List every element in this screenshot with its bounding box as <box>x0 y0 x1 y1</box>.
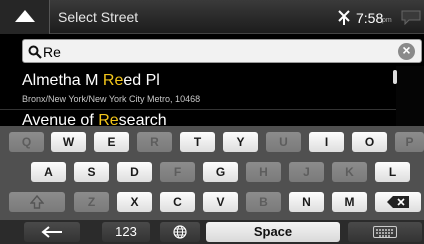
key-l[interactable]: L <box>375 162 410 182</box>
result-location: Bronx/New York/New York City Metro, 1046… <box>22 94 201 104</box>
key-b[interactable]: B <box>246 192 281 212</box>
clock-ampm: pm <box>382 17 392 24</box>
key-r[interactable]: R <box>137 132 172 152</box>
key-q[interactable]: Q <box>9 132 44 152</box>
close-icon: × <box>402 42 411 58</box>
key-c[interactable]: C <box>160 192 195 212</box>
keyboard-icon <box>373 226 397 238</box>
key-p[interactable]: P <box>395 132 424 152</box>
key-a[interactable]: A <box>31 162 66 182</box>
search-icon <box>28 45 42 59</box>
clear-search-button[interactable]: × <box>398 42 415 60</box>
key-v[interactable]: V <box>203 192 238 212</box>
clock: 7:58 <box>356 10 384 26</box>
key-f[interactable]: F <box>160 162 195 182</box>
keyboard-layout-key[interactable] <box>348 222 422 242</box>
key-d[interactable]: D <box>117 162 152 182</box>
back-key[interactable] <box>24 222 80 242</box>
page-title: Select Street <box>58 9 139 25</box>
language-key[interactable] <box>160 222 200 242</box>
key-j[interactable]: J <box>289 162 324 182</box>
left-arrow-icon <box>41 226 62 238</box>
result-name: Almetha M Reed Pl <box>22 72 160 89</box>
backspace-key[interactable] <box>375 192 421 212</box>
up-arrow-icon <box>15 10 35 22</box>
result-item[interactable]: Almetha M Reed Pl Bronx/New York/New Yor… <box>0 66 396 110</box>
key-w[interactable]: W <box>51 132 86 152</box>
key-s[interactable]: S <box>74 162 109 182</box>
shift-key[interactable] <box>9 192 65 212</box>
shift-icon <box>29 194 45 209</box>
key-o[interactable]: O <box>352 132 387 152</box>
backspace-icon <box>387 196 409 208</box>
key-k[interactable]: K <box>332 162 367 182</box>
search-input[interactable] <box>43 43 393 61</box>
key-n[interactable]: N <box>289 192 324 212</box>
match-highlight: Re <box>102 72 124 89</box>
message-bubble-icon[interactable] <box>400 9 422 25</box>
title-bar: Select Street 7:58 pm <box>0 0 424 34</box>
key-t[interactable]: T <box>180 132 215 152</box>
key-u[interactable]: U <box>266 132 301 152</box>
key-g[interactable]: G <box>203 162 238 182</box>
key-z[interactable]: Z <box>74 192 109 212</box>
key-h[interactable]: H <box>246 162 281 182</box>
key-y[interactable]: Y <box>223 132 258 152</box>
key-x[interactable]: X <box>117 192 152 212</box>
scroll-track[interactable] <box>396 66 424 128</box>
key-i[interactable]: I <box>309 132 344 152</box>
key-m[interactable]: M <box>332 192 367 212</box>
gps-satellite-icon <box>338 10 350 25</box>
space-key[interactable]: Space <box>206 222 340 242</box>
back-button[interactable] <box>0 0 50 34</box>
globe-icon <box>173 225 187 239</box>
search-bar: × <box>22 39 422 63</box>
numbers-key[interactable]: 123 <box>102 222 150 242</box>
key-e[interactable]: E <box>94 132 129 152</box>
scrollbar-thumb[interactable] <box>393 70 397 84</box>
